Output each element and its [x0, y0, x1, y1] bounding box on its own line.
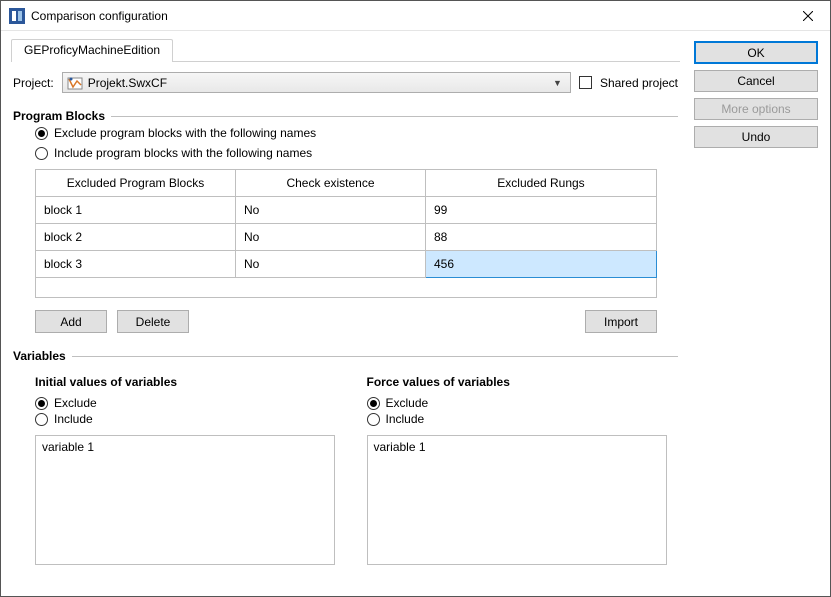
- force-include-radio[interactable]: Include: [367, 411, 679, 427]
- program-blocks-legend: Program Blocks: [13, 109, 111, 123]
- cancel-button[interactable]: Cancel: [694, 70, 818, 92]
- radio-dot-icon: [35, 127, 48, 140]
- force-include-label: Include: [386, 412, 425, 426]
- blocks-table[interactable]: Excluded Program Blocks Check existence …: [35, 169, 657, 298]
- cell-block-name[interactable]: block 1: [36, 197, 236, 224]
- force-values-title: Force values of variables: [367, 375, 679, 389]
- undo-button[interactable]: Undo: [694, 126, 818, 148]
- col-check-existence: Check existence: [236, 170, 426, 197]
- shared-project-checkbox[interactable]: [579, 76, 592, 89]
- initial-exclude-radio[interactable]: Exclude: [35, 395, 347, 411]
- variables-legend: Variables: [13, 349, 72, 363]
- radio-dot-icon: [367, 397, 380, 410]
- more-options-button[interactable]: More options: [694, 98, 818, 120]
- window-title: Comparison configuration: [31, 9, 785, 23]
- force-exclude-radio[interactable]: Exclude: [367, 395, 679, 411]
- table-row[interactable]: block 1 No 99: [36, 197, 657, 224]
- cell-block-name[interactable]: block 2: [36, 224, 236, 251]
- table-row[interactable]: block 3 No 456: [36, 251, 657, 278]
- radio-dot-icon: [35, 413, 48, 426]
- table-row[interactable]: block 2 No 88: [36, 224, 657, 251]
- radio-dot-icon: [367, 413, 380, 426]
- cell-rungs[interactable]: 88: [426, 224, 657, 251]
- delete-button[interactable]: Delete: [117, 310, 189, 333]
- add-button[interactable]: Add: [35, 310, 107, 333]
- include-blocks-radio[interactable]: Include program blocks with the followin…: [13, 143, 678, 163]
- exclude-blocks-label: Exclude program blocks with the followin…: [54, 126, 316, 140]
- exclude-blocks-radio[interactable]: Exclude program blocks with the followin…: [13, 123, 678, 143]
- app-icon: [9, 8, 25, 24]
- tab-ge-proficy[interactable]: GEProficyMachineEdition: [11, 39, 173, 62]
- force-exclude-label: Exclude: [386, 396, 429, 410]
- cell-rungs-selected[interactable]: 456: [426, 251, 657, 278]
- project-select[interactable]: Projekt.SwxCF ▼: [62, 72, 571, 93]
- cell-check[interactable]: No: [236, 251, 426, 278]
- cell-rungs[interactable]: 99: [426, 197, 657, 224]
- import-button[interactable]: Import: [585, 310, 657, 333]
- initial-variables-box[interactable]: variable 1: [35, 435, 335, 565]
- initial-include-radio[interactable]: Include: [35, 411, 347, 427]
- chevron-down-icon: ▼: [549, 78, 566, 88]
- ok-button[interactable]: OK: [694, 41, 818, 64]
- initial-exclude-label: Exclude: [54, 396, 97, 410]
- close-icon: [803, 11, 813, 21]
- initial-include-label: Include: [54, 412, 93, 426]
- cell-block-name[interactable]: block 3: [36, 251, 236, 278]
- include-blocks-label: Include program blocks with the followin…: [54, 146, 312, 160]
- shared-project-label: Shared project: [600, 76, 678, 90]
- cell-check[interactable]: No: [236, 224, 426, 251]
- project-icon: [67, 75, 83, 91]
- project-value: Projekt.SwxCF: [88, 76, 544, 90]
- col-excluded-rungs: Excluded Rungs: [426, 170, 657, 197]
- list-item[interactable]: variable 1: [42, 440, 328, 454]
- project-label: Project:: [13, 76, 54, 90]
- radio-dot-icon: [35, 397, 48, 410]
- table-row-empty[interactable]: [36, 278, 657, 298]
- radio-dot-icon: [35, 147, 48, 160]
- initial-values-title: Initial values of variables: [35, 375, 347, 389]
- col-excluded-blocks: Excluded Program Blocks: [36, 170, 236, 197]
- close-button[interactable]: [785, 1, 830, 31]
- cell-check[interactable]: No: [236, 197, 426, 224]
- force-variables-box[interactable]: variable 1: [367, 435, 667, 565]
- list-item[interactable]: variable 1: [374, 440, 660, 454]
